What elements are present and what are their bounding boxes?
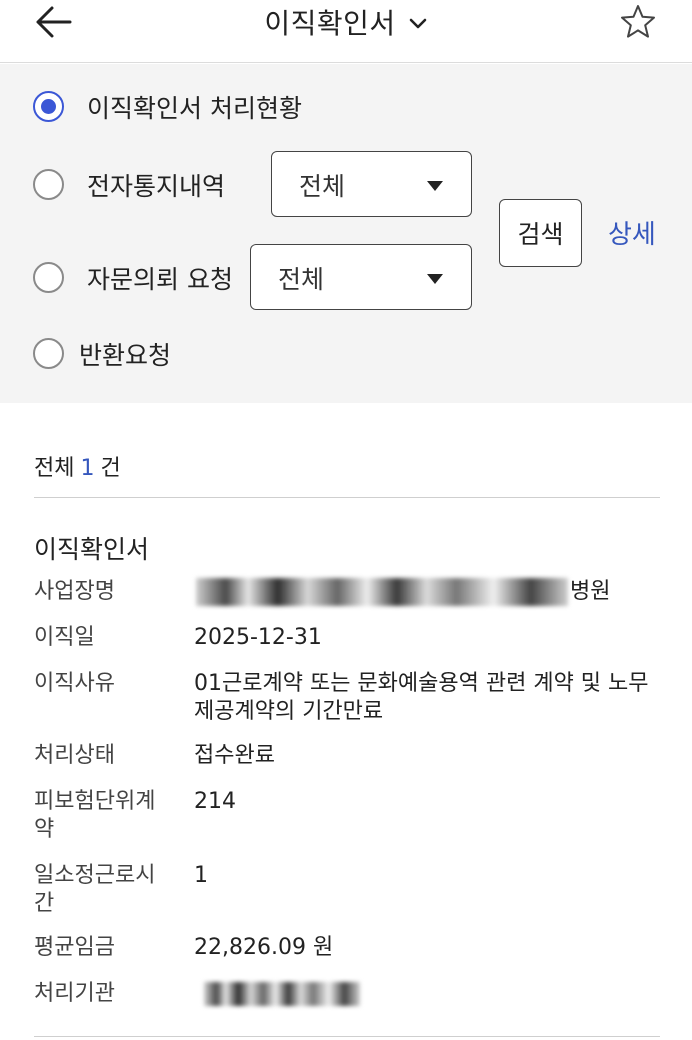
- count-suffix: 건: [100, 456, 121, 481]
- filter-panel: 이직확인서 처리현황 전자통지내역 전체 자문의뢰 요청 전체 반환요청 검색 …: [0, 64, 692, 403]
- label-business-name: 사업장명: [34, 579, 115, 604]
- result-count: 전체 1 건: [34, 450, 121, 482]
- divider: [34, 1036, 660, 1037]
- label-processing-status: 처리상태: [34, 743, 115, 768]
- value-separation-date: 2025-12-31: [194, 625, 322, 650]
- redacted-business-name: [196, 578, 568, 606]
- detail-link[interactable]: 상세: [608, 214, 656, 251]
- caret-down-icon: [427, 274, 443, 284]
- radio-return-request[interactable]: [33, 338, 64, 369]
- arrow-left-icon: [36, 6, 72, 38]
- count-prefix: 전체: [34, 456, 75, 481]
- value-business-name-suffix: 병원: [570, 579, 611, 604]
- consult-filter-value: 전체: [278, 265, 325, 294]
- caret-down-icon: [427, 181, 443, 191]
- radio-consult-request[interactable]: [33, 262, 64, 293]
- label-daily-work-hours: 일소정근로시간: [34, 863, 156, 916]
- value-daily-work-hours: 1: [194, 863, 208, 888]
- chevron-down-icon[interactable]: [408, 17, 428, 31]
- label-separation-date: 이직일: [34, 625, 95, 650]
- label-separation-reason: 이직사유: [34, 671, 115, 696]
- favorite-button[interactable]: [618, 2, 658, 42]
- consult-filter-select[interactable]: 전체: [250, 244, 472, 310]
- label-processing-office: 처리기관: [34, 981, 115, 1006]
- count-number: 1: [80, 456, 95, 481]
- divider: [34, 497, 660, 498]
- notice-filter-select[interactable]: 전체: [271, 151, 472, 217]
- value-average-wage: 22,826.09 원: [194, 935, 334, 960]
- label-average-wage: 평균임금: [34, 935, 115, 960]
- star-outline-icon: [621, 5, 655, 38]
- page-title: 이직확인서: [264, 7, 396, 40]
- back-button[interactable]: [30, 2, 78, 42]
- app-header: 이직확인서: [0, 0, 692, 63]
- notice-filter-value: 전체: [299, 172, 346, 201]
- radio-label-consult-request[interactable]: 자문의뢰 요청: [87, 260, 233, 296]
- search-button[interactable]: 검색: [499, 199, 582, 267]
- value-processing-status: 접수완료: [194, 743, 275, 768]
- value-separation-reason: 01근로계약 또는 문화예술용역 관련 계약 및 노무제공계약의 기간만료: [194, 671, 649, 724]
- radio-label-processing-status[interactable]: 이직확인서 처리현황: [87, 89, 302, 125]
- value-insured-unit-contract: 214: [194, 789, 236, 814]
- radio-label-return-request[interactable]: 반환요청: [79, 336, 171, 372]
- radio-electronic-notice[interactable]: [33, 169, 64, 200]
- card-title: 이직확인서: [34, 535, 150, 564]
- radio-processing-status[interactable]: [33, 91, 64, 122]
- label-insured-unit-contract: 피보험단위계약: [34, 789, 156, 842]
- redacted-processing-office: [204, 982, 360, 1006]
- radio-label-electronic-notice[interactable]: 전자통지내역: [87, 167, 225, 203]
